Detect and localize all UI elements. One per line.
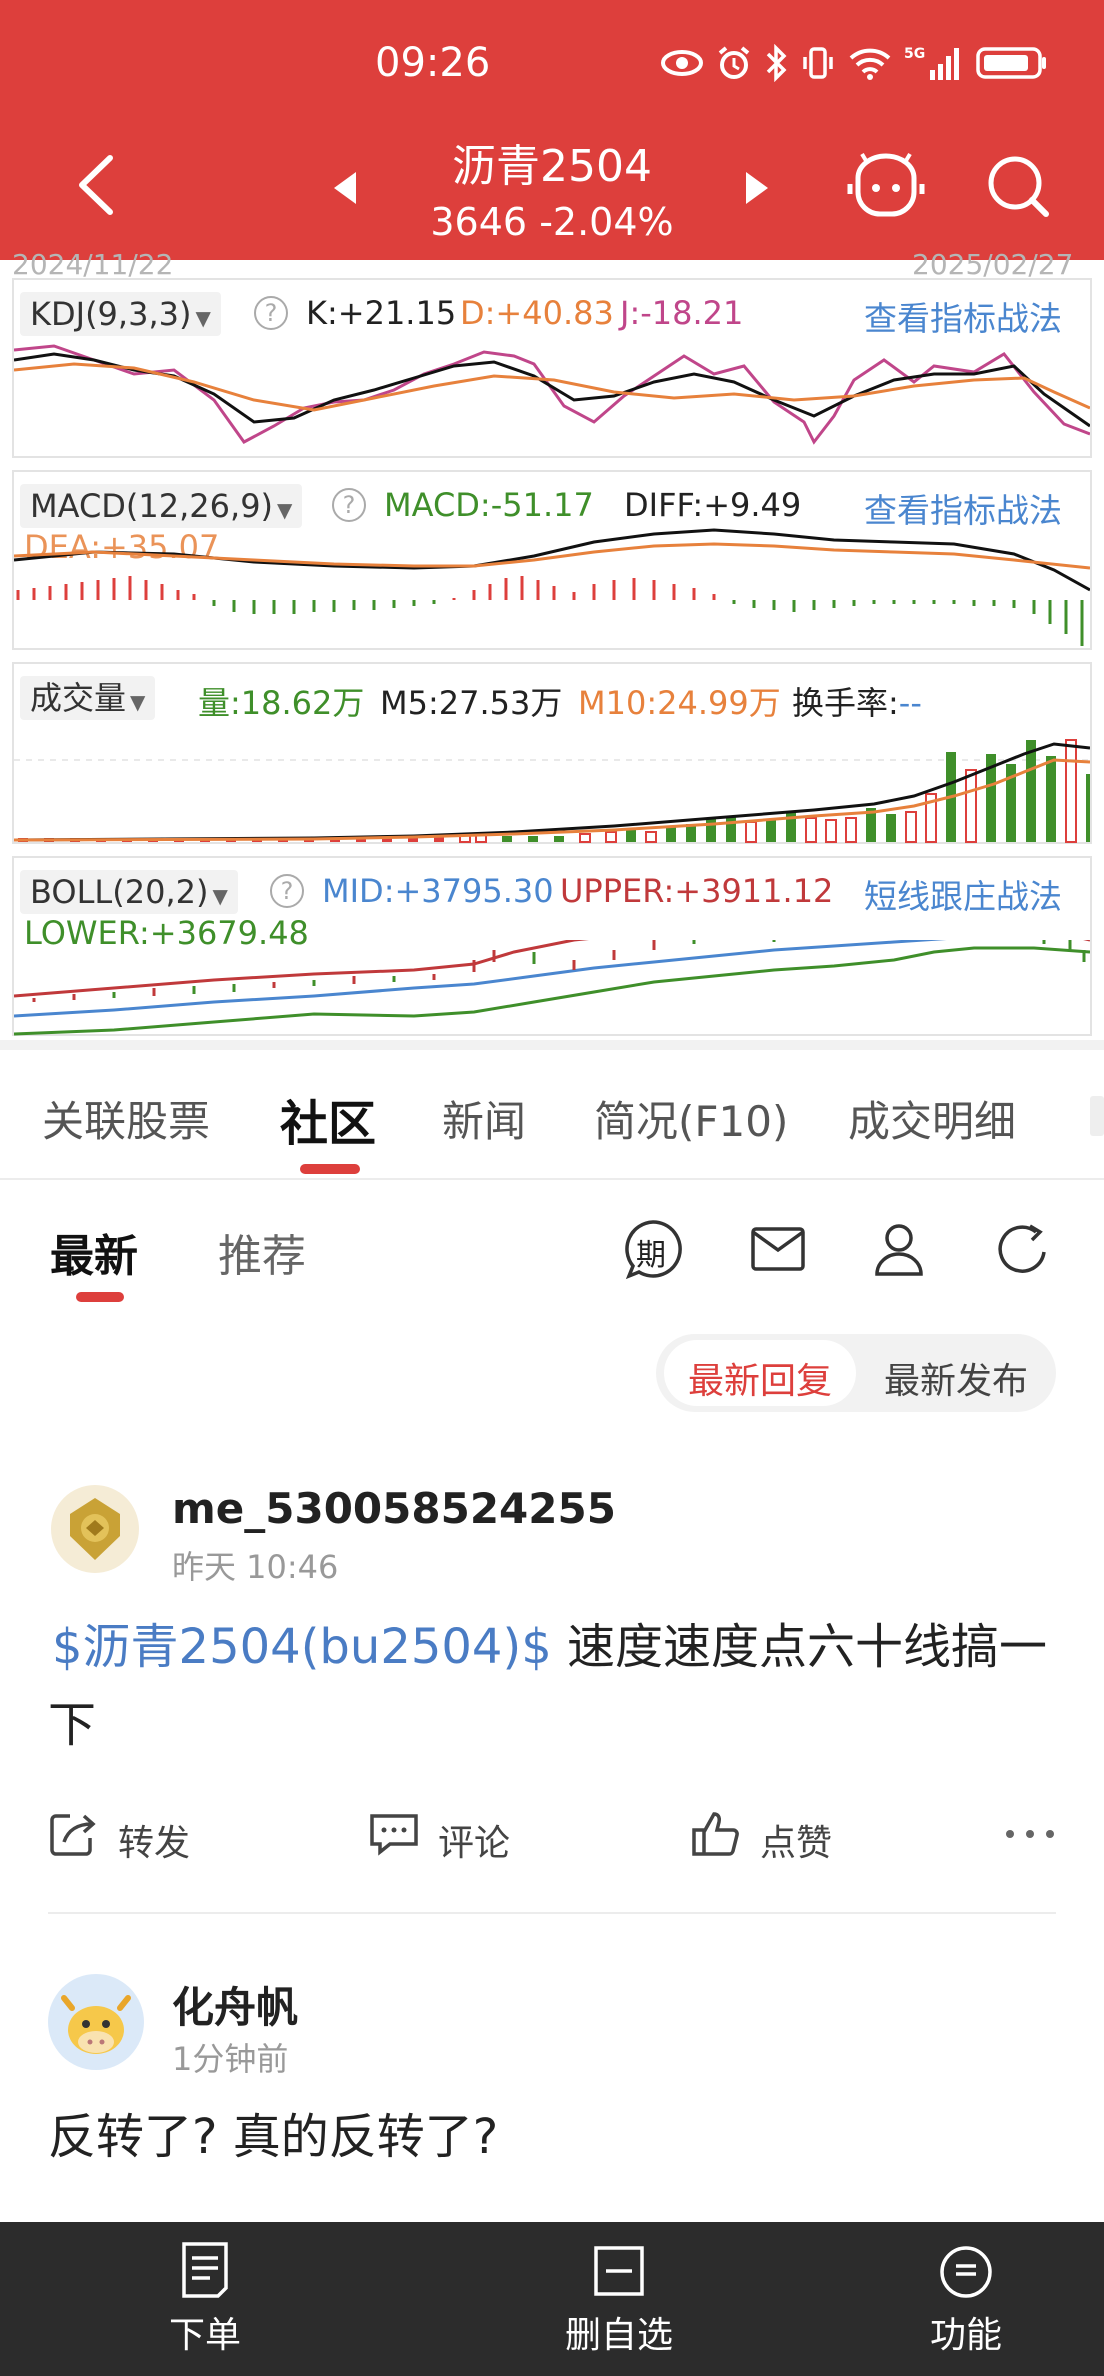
subtab-recommended[interactable]: 推荐 (218, 1220, 306, 1284)
robot-icon[interactable] (846, 150, 926, 222)
help-icon[interactable]: ? (254, 296, 288, 330)
kdj-k: K:+21.15 (306, 294, 457, 332)
macd-value: MACD:-51.17 (384, 486, 594, 524)
prev-icon[interactable] (330, 168, 360, 208)
alarm-icon (718, 46, 750, 79)
macd-chart (14, 528, 1090, 646)
like-label[interactable]: 点赞 (760, 1814, 832, 1866)
date-end: 2025/02/27 (912, 248, 1074, 281)
macd-diff-line (14, 528, 1090, 592)
boll-selector-label: BOLL(20,2) (30, 873, 209, 911)
share-label[interactable]: 转发 (118, 1814, 190, 1866)
kdj-j-line (14, 344, 1090, 445)
post-time: 1分钟前 (172, 2040, 289, 2078)
remove-watchlist-icon[interactable] (592, 2244, 646, 2298)
date-start: 2024/11/22 (12, 248, 174, 281)
boll-lower-line (14, 946, 1090, 1036)
page-title: 沥青2504 (452, 141, 652, 192)
sort-latest-post[interactable]: 最新发布 (884, 1352, 1028, 1404)
boll-upper-line (14, 940, 1090, 998)
functions-button[interactable]: 功能 (912, 2306, 1020, 2358)
post-text-continued: 下 (48, 1697, 97, 1753)
refresh-icon[interactable] (996, 1222, 1052, 1276)
svg-text:5G: 5G (904, 46, 925, 62)
macd-dea-line (14, 542, 1090, 570)
share-icon[interactable] (48, 1810, 98, 1858)
status-time: 09:26 (375, 40, 491, 86)
sort-latest-reply[interactable]: 最新回复 (688, 1352, 832, 1404)
macd-diff: DIFF:+9.49 (624, 486, 802, 524)
more-tabs-hint (1090, 1096, 1104, 1136)
last-price: 3646 (430, 200, 528, 244)
mail-icon[interactable] (750, 1226, 806, 1272)
gold-emblem-icon (51, 1485, 139, 1573)
kdj-selector-label: KDJ(9,3,3) (30, 295, 192, 333)
boll-strategy-link[interactable]: 短线跟庄战法 (864, 870, 1062, 918)
order-button[interactable]: 下单 (150, 2306, 260, 2358)
more-icon[interactable] (1004, 1828, 1056, 1840)
app-header: 09:26 5G 沥青2504 3646 -2.04% (0, 0, 1104, 260)
eye-icon (661, 50, 703, 76)
status-bar: 09:26 5G (0, 0, 1104, 130)
post-author[interactable]: 化舟帆 (172, 1974, 298, 2035)
like-icon[interactable] (690, 1808, 742, 1858)
boll-mid: MID:+3795.30 (322, 872, 554, 910)
dropdown-triangle-icon: ▼ (195, 306, 211, 330)
volume-m10-line (14, 758, 1090, 842)
boll-upper: UPPER:+3911.12 (560, 872, 834, 910)
post-stock-tag[interactable]: $沥青2504(bu2504)$ (52, 1619, 552, 1675)
post-body[interactable]: $沥青2504(bu2504)$ 速度速度点六十线搞一 (52, 1608, 1062, 1686)
subtab-latest[interactable]: 最新 (50, 1220, 138, 1284)
tab-news[interactable]: 新闻 (442, 1088, 526, 1149)
period-icon[interactable]: 期 (622, 1218, 684, 1280)
tab-related-stocks[interactable]: 关联股票 (42, 1088, 210, 1149)
functions-icon[interactable] (938, 2244, 994, 2300)
order-icon[interactable] (178, 2240, 232, 2300)
price-change: -2.04% (539, 200, 674, 244)
post-divider (48, 1912, 1056, 1914)
post-time: 昨天 10:46 (172, 1548, 339, 1586)
active-tab-indicator (300, 1164, 360, 1174)
kdj-j: J:-18.21 (620, 294, 744, 332)
bluetooth-icon (766, 44, 787, 82)
macd-histogram (16, 576, 1084, 646)
active-subtab-indicator (76, 1292, 124, 1302)
avatar[interactable] (50, 1484, 140, 1574)
period-badge-text: 期 (636, 1238, 666, 1273)
avatar[interactable] (48, 1974, 144, 2070)
kdj-chart (14, 344, 1090, 445)
boll-candles (32, 940, 1086, 1002)
volume-m5-line (14, 742, 1090, 842)
kdj-d: D:+40.83 (460, 294, 614, 332)
post-author[interactable]: me_530058524255 (172, 1484, 616, 1533)
dropdown-triangle-icon: ▼ (212, 884, 228, 908)
remove-watchlist-button[interactable]: 删自选 (556, 2306, 682, 2358)
comment-label[interactable]: 评论 (438, 1814, 510, 1866)
cow-avatar-icon (61, 1995, 131, 2054)
tab-profile-f10[interactable]: 简况(F10) (594, 1088, 788, 1149)
status-icons: 5G (660, 44, 1048, 82)
boll-chart (14, 940, 1090, 1036)
boll-selector[interactable]: BOLL(20,2) ▼ (20, 870, 238, 914)
search-icon[interactable] (986, 154, 1052, 220)
post-text: 速度速度点六十线搞一 (567, 1619, 1048, 1675)
help-icon[interactable]: ? (270, 874, 304, 908)
signal-5g-icon: 5G (904, 46, 959, 80)
battery-icon (976, 47, 1046, 79)
tab-community[interactable]: 社区 (280, 1084, 376, 1154)
user-icon[interactable] (874, 1222, 924, 1276)
wifi-icon (849, 48, 891, 80)
post-body[interactable]: 反转了? 真的反转了? (48, 2098, 498, 2176)
boll-mid-line (14, 940, 947, 1018)
dropdown-triangle-icon: ▼ (277, 498, 293, 522)
next-icon[interactable] (742, 168, 772, 208)
comment-icon[interactable] (368, 1812, 420, 1856)
tab-trade-details[interactable]: 成交明细 (848, 1088, 1016, 1149)
price-line: 3646 -2.04% (380, 200, 724, 244)
back-icon[interactable] (70, 150, 120, 220)
help-icon[interactable]: ? (332, 488, 366, 522)
vibrate-icon (803, 47, 833, 79)
volume-chart (14, 739, 1090, 843)
